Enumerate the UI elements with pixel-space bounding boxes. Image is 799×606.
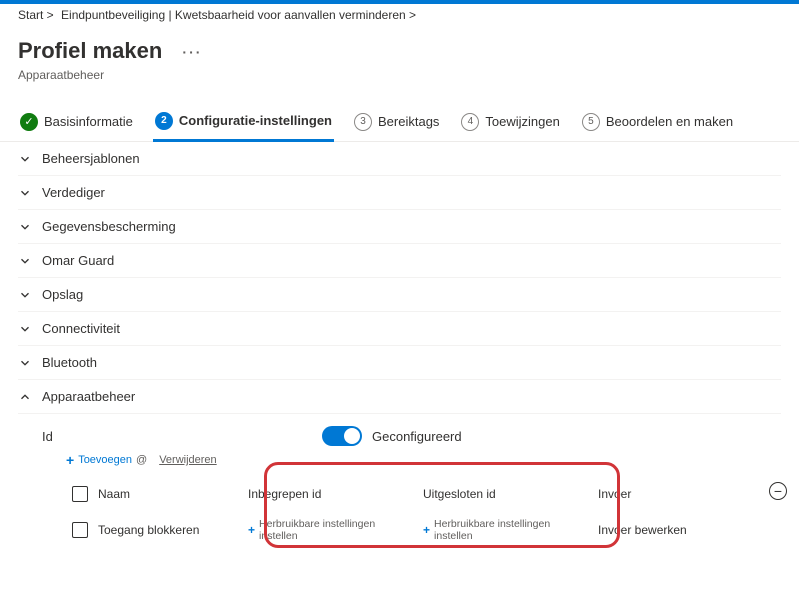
add-row-label: Toevoegen [78, 454, 132, 466]
accordion-label: Bluetooth [42, 355, 97, 370]
id-field-label: Id [42, 429, 322, 444]
row-entry-cell: Invoer bewerken [592, 515, 732, 545]
chevron-down-icon [18, 220, 32, 234]
chevron-down-icon [18, 152, 32, 166]
row-included-cell: + Herbruikbare instellingen instellen [242, 510, 417, 550]
wizard-step-label: Configuratie-instellingen [179, 113, 332, 128]
configured-toggle-label: Geconfigureerd [372, 429, 462, 444]
accordion-item-connectivity[interactable]: Connectiviteit [18, 312, 781, 346]
breadcrumb: Start > Eindpuntbeveiliging | Kwetsbaarh… [0, 4, 799, 24]
row-excluded-cell: + Herbruikbare instellingen instellen [417, 510, 592, 550]
chevron-up-icon [18, 390, 32, 404]
breadcrumb-start[interactable]: Start > [18, 8, 54, 22]
more-actions-button[interactable]: ··· [182, 44, 202, 60]
delete-row-label: Verwijderen [159, 454, 216, 466]
device-control-section: Id Geconfigureerd + Toevoegen @ Verwijde… [18, 414, 781, 550]
accordion-label: Apparaatbeheer [42, 389, 135, 404]
row-select-cell [66, 514, 92, 546]
row-name-cell[interactable]: Toegang blokkeren [92, 515, 242, 545]
settings-panel: Beheersjablonen Verdediger Gegevensbesch… [0, 142, 799, 550]
accordion-item-storage[interactable]: Opslag [18, 278, 781, 312]
delete-row-button[interactable]: Verwijderen [159, 454, 216, 466]
add-row-button[interactable]: + Toevoegen @ [66, 452, 147, 468]
rules-grid-wrap: Naam Inbegrepen id Uitgesloten id Invoer… [42, 478, 781, 550]
accordion-label: Beheersjablonen [42, 151, 140, 166]
chevron-down-icon [18, 186, 32, 200]
accordion-item-defender[interactable]: Verdediger [18, 176, 781, 210]
chevron-down-icon [18, 356, 32, 370]
page-title-row: Profiel maken ··· [0, 24, 799, 64]
plus-icon: + [66, 452, 74, 468]
reusable-link-label: Herbruikbare instellingen instellen [259, 518, 411, 542]
wizard-tabs: Basisinformatie 2 Configuratie-instellin… [0, 102, 799, 142]
select-all-checkbox[interactable] [72, 486, 88, 502]
wizard-step-scopetags[interactable]: 3 Bereiktags [352, 102, 441, 141]
accordion-item-data-protection[interactable]: Gegevensbescherming [18, 210, 781, 244]
page-title: Profiel maken [18, 38, 162, 63]
reusable-link-label: Herbruikbare instellingen instellen [434, 518, 586, 542]
set-reusable-excluded-link[interactable]: + Herbruikbare instellingen instellen [423, 518, 586, 542]
step-number-badge: 2 [155, 112, 173, 130]
step-number-badge: 4 [461, 113, 479, 131]
chevron-down-icon [18, 322, 32, 336]
wizard-step-label: Bereiktags [378, 114, 439, 129]
id-field-row: Id Geconfigureerd [42, 426, 781, 446]
set-reusable-included-link[interactable]: + Herbruikbare instellingen instellen [248, 518, 411, 542]
wizard-step-review[interactable]: 5 Beoordelen en maken [580, 102, 735, 141]
accordion-label: Connectiviteit [42, 321, 120, 336]
configured-toggle[interactable] [322, 426, 362, 446]
plus-icon: + [248, 523, 255, 537]
rules-grid: Naam Inbegrepen id Uitgesloten id Invoer… [66, 478, 781, 550]
step-number-badge: 3 [354, 113, 372, 131]
wizard-step-label: Basisinformatie [44, 114, 133, 129]
row-checkbox[interactable] [72, 522, 88, 538]
accordion-label: Gegevensbescherming [42, 219, 176, 234]
step-number-badge: 5 [582, 113, 600, 131]
check-icon [20, 113, 38, 131]
wizard-step-label: Beoordelen en maken [606, 114, 733, 129]
remove-row-icon[interactable] [769, 482, 787, 500]
accordion-item-bluetooth[interactable]: Bluetooth [18, 346, 781, 380]
page-subtitle: Apparaatbeheer [0, 64, 799, 96]
add-extra-indicator: @ [136, 454, 147, 466]
wizard-step-config[interactable]: 2 Configuratie-instellingen [153, 103, 334, 142]
accordion-item-device-control[interactable]: Apparaatbeheer [18, 380, 781, 414]
breadcrumb-path[interactable]: Eindpuntbeveiliging | Kwetsbaarheid voor… [61, 8, 416, 22]
wizard-step-label: Toewijzingen [485, 114, 559, 129]
edit-entry-link[interactable]: Invoer bewerken [598, 523, 687, 537]
col-header-entry[interactable]: Invoer [592, 479, 732, 509]
wizard-step-assignments[interactable]: 4 Toewijzingen [459, 102, 561, 141]
accordion-item-omar-guard[interactable]: Omar Guard [18, 244, 781, 278]
chevron-down-icon [18, 254, 32, 268]
col-header-included[interactable]: Inbegrepen id [242, 479, 417, 509]
accordion-label: Omar Guard [42, 253, 114, 268]
select-all-cell [66, 478, 92, 510]
col-header-name[interactable]: Naam [92, 479, 242, 509]
row-toolbar: + Toevoegen @ Verwijderen [66, 452, 781, 468]
accordion-item-admin-templates[interactable]: Beheersjablonen [18, 142, 781, 176]
plus-icon: + [423, 523, 430, 537]
accordion-label: Opslag [42, 287, 83, 302]
chevron-down-icon [18, 288, 32, 302]
accordion-label: Verdediger [42, 185, 105, 200]
col-header-excluded[interactable]: Uitgesloten id [417, 479, 592, 509]
wizard-step-basics[interactable]: Basisinformatie [18, 102, 135, 141]
